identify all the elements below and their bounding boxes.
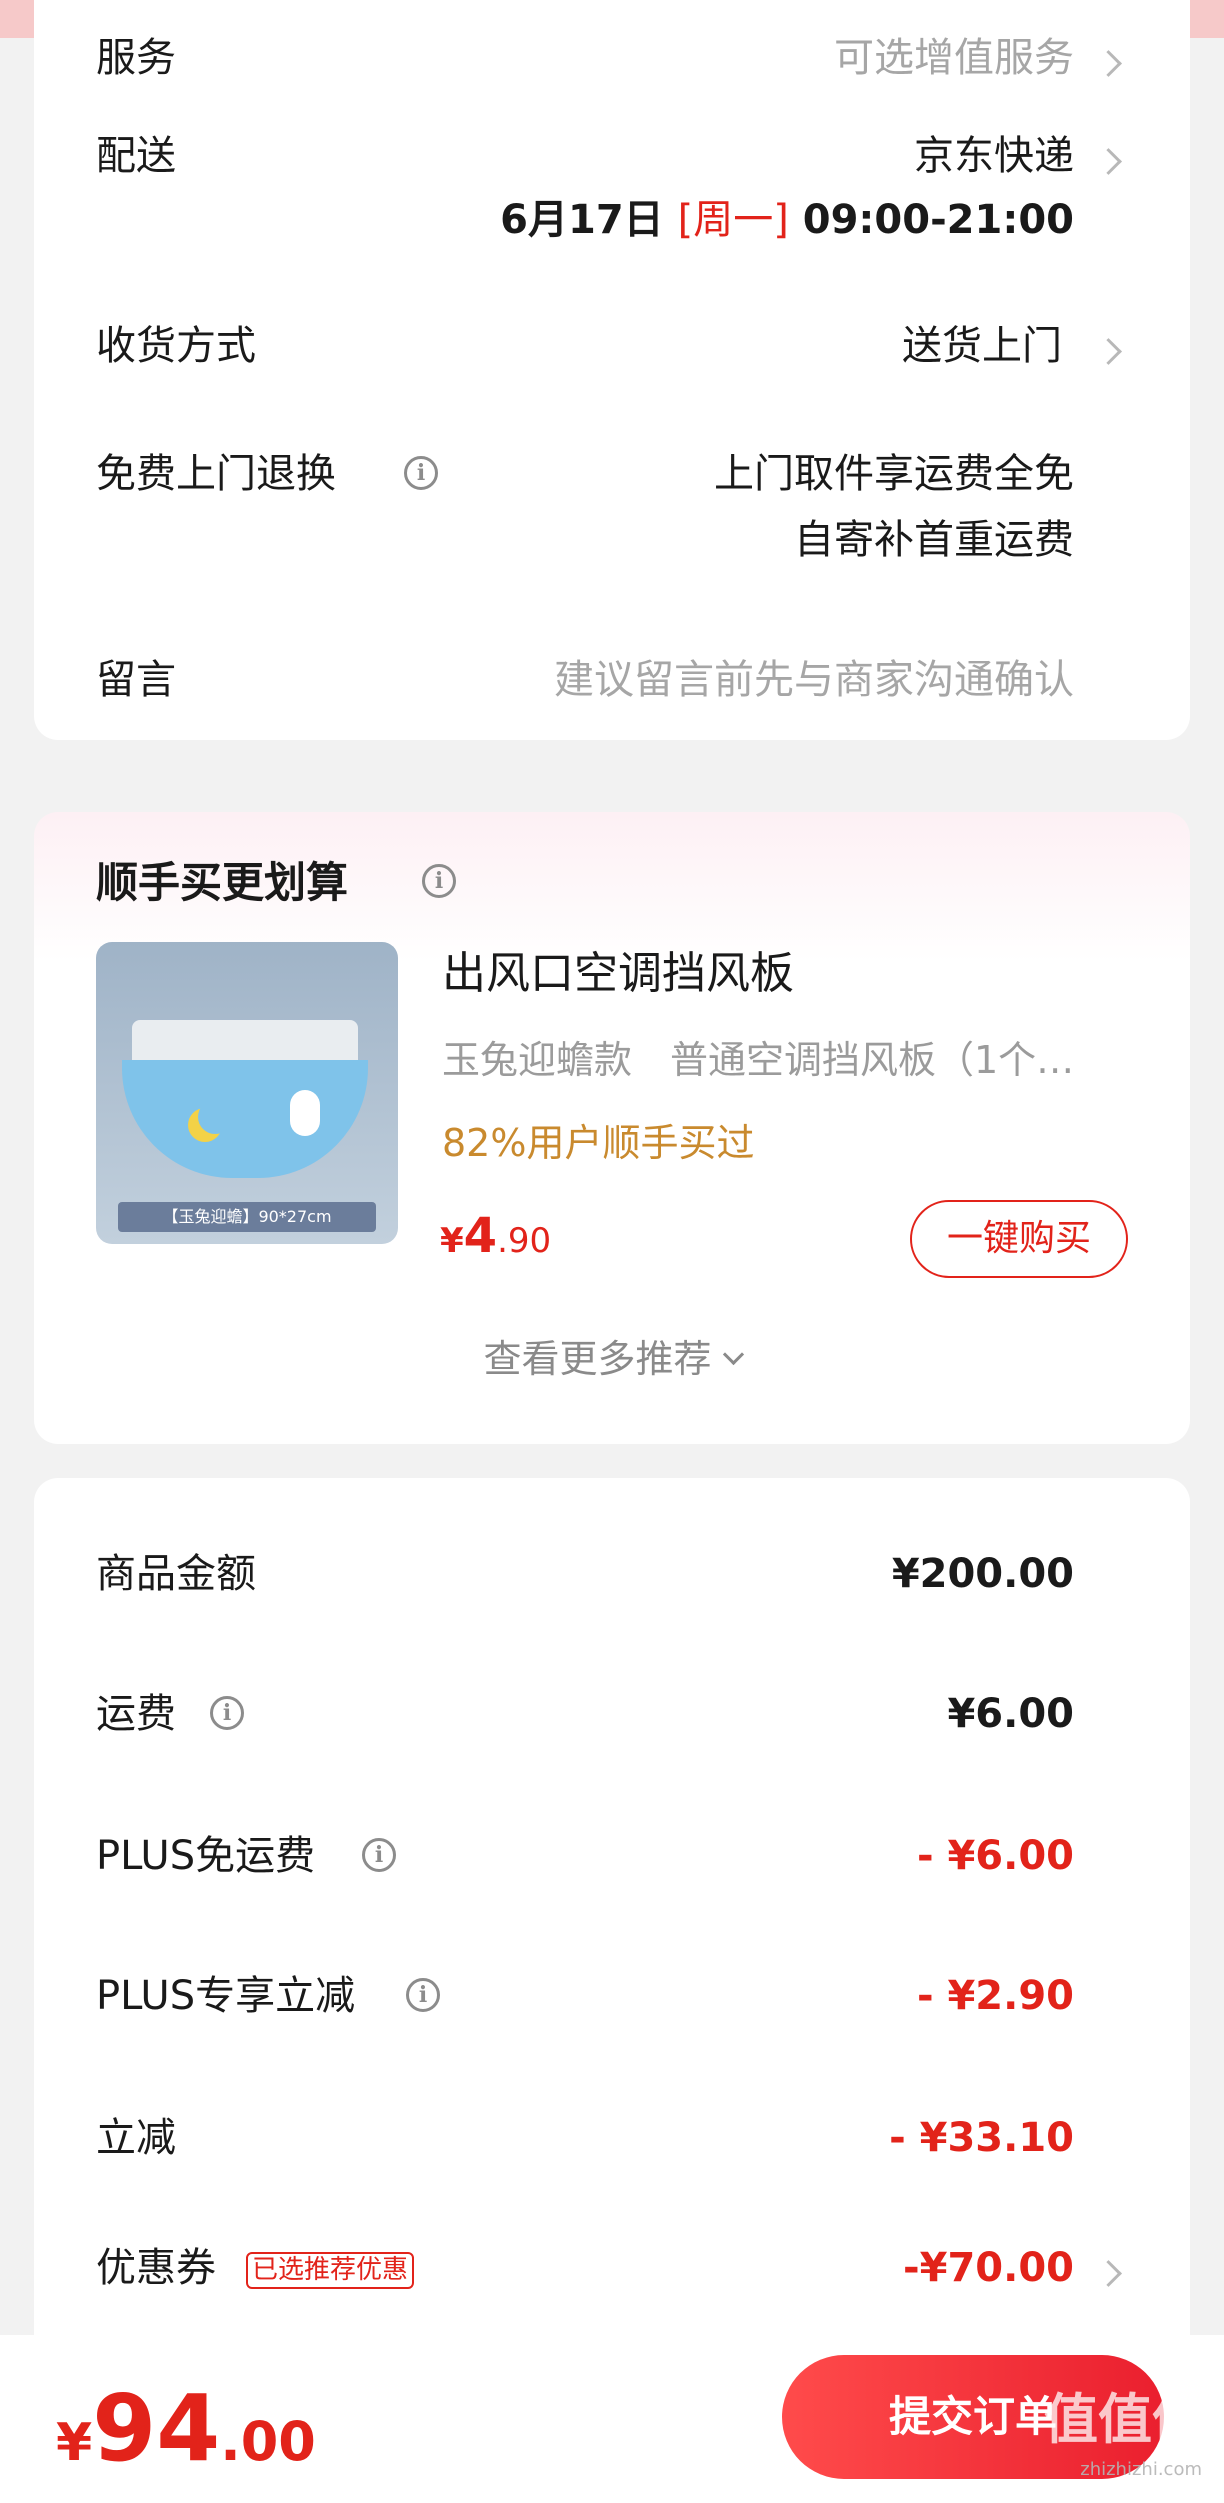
total-int: 94 [92, 2375, 221, 2482]
service-value[interactable]: 可选增值服务 [834, 38, 1074, 78]
product-spec[interactable]: 玉兔迎蟾款 普通空调挡风板（1个… [442, 1040, 1122, 1082]
plus-free-shipping-info-icon[interactable]: i [362, 1838, 396, 1872]
message-input[interactable]: 建议留言前先与商家沟通确认 [554, 660, 1074, 700]
social-proof: 82%用户顺手买过 [442, 1121, 755, 1165]
free-return-line1: 上门取件享运费全免 [714, 451, 1074, 497]
free-return-info-icon[interactable]: i [404, 456, 438, 490]
watermark-logo: 值值值 [1044, 2388, 1206, 2451]
more-recommend-link[interactable]: 查看更多推荐 [34, 1340, 1190, 1378]
total-currency: ¥ [56, 2413, 93, 2473]
service-label: 服务 [96, 35, 176, 81]
more-recommend-label: 查看更多推荐 [483, 1337, 712, 1381]
delivery-time: 6月17日 [周一] 09:00-21:00 [500, 200, 1074, 240]
delivery-timeslot: 09:00-21:00 [802, 197, 1074, 243]
recommend-card: 顺手买更划算 i 【玉兔迎蟾】90*27cm 出风口空调挡风板 玉兔迎蟾款 普通… [34, 812, 1190, 1444]
goods-amount-value: ¥200.00 [891, 1551, 1074, 1597]
price-summary-card: 商品金额 ¥200.00 运费 i ¥6.00 PLUS免运费 i - ¥6.0… [34, 1478, 1190, 2478]
coupon-tag: 已选推荐优惠 [246, 2252, 415, 2289]
instant-discount-value: - ¥33.10 [889, 2115, 1074, 2161]
free-return-line2: 自寄补首重运费 [794, 517, 1074, 563]
one-click-buy-button[interactable]: 一键购买 [910, 1200, 1128, 1278]
receive-method-value[interactable]: 送货上门 [902, 326, 1062, 366]
delivery-value[interactable]: 京东快递 [914, 136, 1074, 176]
plus-discount-label: PLUS专享立减 [96, 1973, 356, 2019]
recommend-info-icon[interactable]: i [422, 864, 456, 898]
instant-discount-label: 立减 [96, 2115, 176, 2161]
delivery-label: 配送 [96, 133, 176, 179]
thumbnail-caption: 【玉兔迎蟾】90*27cm [118, 1202, 376, 1232]
coupon-value[interactable]: -¥70.00 [903, 2248, 1074, 2288]
product-price: ¥4.90 [440, 1212, 551, 1260]
shipping-info-icon[interactable]: i [210, 1696, 244, 1730]
message-label: 留言 [96, 657, 176, 703]
chevron-down-icon [722, 1343, 744, 1366]
plus-free-shipping-value: - ¥6.00 [916, 1833, 1074, 1879]
price-int: 4 [463, 1208, 498, 1264]
plus-discount-value: - ¥2.90 [916, 1973, 1074, 2019]
wind-shield-shape [122, 1060, 368, 1178]
bottom-bar: ¥94.00 提交订单 值值值 zhizhizhi.com [0, 2335, 1224, 2503]
delivery-date: 6月17日 [500, 197, 664, 243]
recommend-title-text: 顺手买更划算 [96, 858, 349, 907]
receive-method-label: 收货方式 [96, 323, 256, 369]
order-options-card: 服务 可选增值服务 配送 京东快递 6月17日 [周一] 09:00-21:00… [34, 0, 1190, 740]
service-chevron-icon[interactable] [1095, 50, 1122, 77]
shipping-label: 运费 [96, 1691, 176, 1737]
total-price: ¥94.00 [56, 2383, 316, 2475]
price-dec: .90 [497, 1221, 552, 1261]
total-dec: .00 [220, 2410, 316, 2473]
product-name[interactable]: 出风口空调挡风板 [442, 952, 794, 996]
price-symbol: ¥ [440, 1221, 464, 1261]
moon-icon [198, 1100, 232, 1134]
bunny-icon [290, 1090, 320, 1136]
shipping-value: ¥6.00 [947, 1691, 1074, 1737]
plus-free-shipping-label: PLUS免运费 [96, 1833, 316, 1879]
free-return-label: 免费上门退换 [96, 451, 336, 497]
plus-discount-info-icon[interactable]: i [406, 1978, 440, 2012]
receive-method-chevron-icon[interactable] [1095, 338, 1122, 365]
coupon-label: 优惠券 [96, 2245, 216, 2291]
product-thumbnail[interactable]: 【玉兔迎蟾】90*27cm [96, 942, 398, 1244]
recommend-title: 顺手买更划算 [96, 862, 348, 904]
watermark-url: zhizhizhi.com [1080, 2459, 1202, 2480]
goods-amount-label: 商品金额 [96, 1551, 256, 1597]
delivery-chevron-icon[interactable] [1095, 148, 1122, 175]
delivery-weekday: [周一] [677, 197, 789, 243]
coupon-chevron-icon[interactable] [1095, 2260, 1122, 2287]
